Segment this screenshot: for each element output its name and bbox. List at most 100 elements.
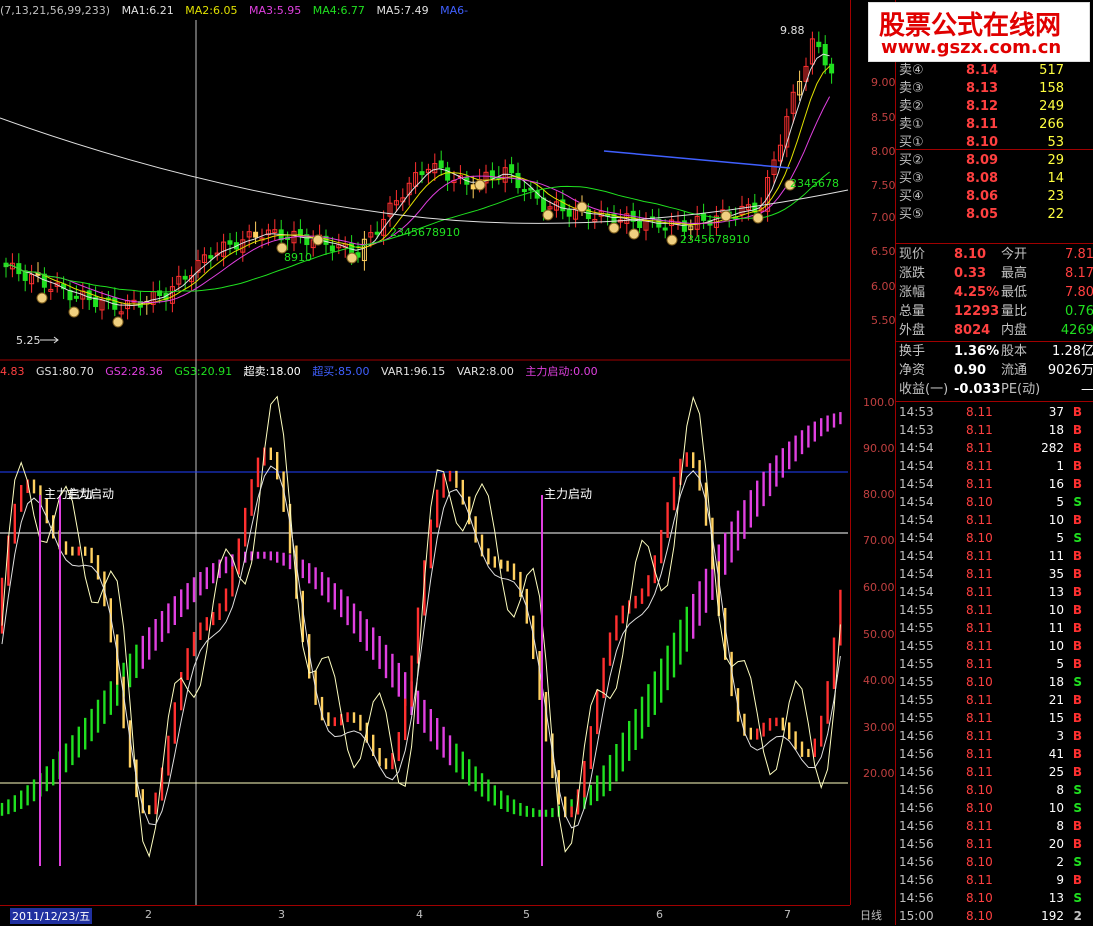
order-book-row: 卖③ 8.13 158 <box>896 80 1093 98</box>
quote-label: 量比 <box>1001 304 1028 319</box>
tick-price: 8.11 <box>966 477 993 491</box>
chart-canvas[interactable] <box>0 0 850 905</box>
trade-tick-row: 14:55 8.11 15 B <box>896 709 1093 727</box>
price-tick: 7.50 <box>871 179 896 192</box>
order-volume: 14 <box>1047 171 1064 186</box>
tick-time: 14:54 <box>899 477 934 491</box>
gs1-line <box>1 465 841 829</box>
tick-price: 8.11 <box>966 729 993 743</box>
order-level-label: 卖④ <box>899 63 924 78</box>
tick-price: 8.11 <box>966 747 993 761</box>
order-price: 8.14 <box>966 63 999 78</box>
order-book-row: 卖④ 8.14 517 <box>896 62 1093 80</box>
tick-volume: 3 <box>1056 729 1064 743</box>
indicator-tick: 70.00 <box>863 534 895 547</box>
ind-var1: VAR1:96.15 <box>381 365 446 378</box>
tick-volume: 20 <box>1048 837 1064 851</box>
quote-label: 最高 <box>1001 266 1028 281</box>
indicator-legend: 4.83 GS1:80.70 GS2:28.36 GS3:20.91 超卖:18… <box>0 363 606 378</box>
signal-label-2: 主力启动 <box>66 487 115 501</box>
candle-body <box>86 290 92 301</box>
tick-volume: 10 <box>1048 639 1064 653</box>
money-bag-icon <box>608 222 620 234</box>
money-bag-icon <box>312 234 324 246</box>
ind-v0: 4.83 <box>0 365 25 378</box>
order-price: 8.12 <box>966 99 999 114</box>
tick-volume: 10 <box>1048 513 1064 527</box>
tick-price: 8.11 <box>966 567 993 581</box>
candle-body <box>329 245 335 252</box>
tick-price: 8.11 <box>966 693 993 707</box>
price-axis: 9.00 8.50 8.00 7.50 7.00 6.50 6.00 5.50 100.0 90.… <box>850 0 896 905</box>
quote-row: 现价 8.10 今开 7.81 <box>896 246 1093 264</box>
tick-volume: 18 <box>1048 423 1064 437</box>
month-tick: 3 <box>278 908 285 921</box>
ma-legend: (7,13,21,56,99,233) MA1:6.21 MA2:6.05 MA… <box>0 4 476 18</box>
price-tick: 5.50 <box>871 314 896 327</box>
order-book-row: 买③ 8.08 14 <box>896 170 1093 188</box>
quote-value: 7.80 <box>1065 285 1093 300</box>
tick-side: S <box>1073 855 1082 869</box>
period-label[interactable]: 日线 <box>860 907 882 923</box>
panel-divider <box>896 149 1093 150</box>
price-tick: 8.00 <box>871 145 896 158</box>
order-book-row: 卖① 8.11 266 <box>896 116 1093 134</box>
kline-chart-area[interactable]: (7,13,21,56,99,233) MA1:6.21 MA2:6.05 MA… <box>0 0 850 905</box>
tick-price: 8.11 <box>966 657 993 671</box>
month-tick: 4 <box>416 908 423 921</box>
tick-volume: 10 <box>1048 603 1064 617</box>
tick-volume: 41 <box>1048 747 1064 761</box>
trade-tick-row: 14:54 8.11 282 B <box>896 439 1093 457</box>
tick-side: B <box>1072 819 1082 833</box>
trade-tick-row: 14:53 8.11 18 B <box>896 421 1093 439</box>
tick-price: 8.10 <box>966 891 993 905</box>
trade-tick-row: 14:56 8.10 8 S <box>896 781 1093 799</box>
ma1-line <box>3 53 830 307</box>
quote-value: 0.90 <box>954 363 987 378</box>
candle-body <box>419 171 425 176</box>
candle-body <box>662 227 668 231</box>
order-price: 8.09 <box>966 153 999 168</box>
order-book-row: 买④ 8.06 23 <box>896 188 1093 206</box>
money-bag-icon <box>474 179 486 191</box>
tick-time: 14:53 <box>899 405 934 419</box>
ma6-value: MA6- <box>440 4 469 17</box>
tick-price: 8.10 <box>966 783 993 797</box>
candle-body <box>227 240 233 245</box>
sequence-label-1: 8910 <box>284 251 312 264</box>
quote-label: 外盘 <box>899 323 926 338</box>
candle-body <box>701 213 707 221</box>
tick-price: 8.11 <box>966 819 993 833</box>
panel-divider <box>896 341 1093 342</box>
trade-tick-row: 14:56 8.11 9 B <box>896 871 1093 889</box>
tick-time: 14:55 <box>899 657 934 671</box>
quote-label: 换手 <box>899 344 926 359</box>
tick-time: 14:55 <box>899 603 934 617</box>
quote-label: 最低 <box>1001 285 1028 300</box>
tick-time: 14:53 <box>899 423 934 437</box>
tick-price: 8.11 <box>966 459 993 473</box>
quote-row: 收益(一) -0.033 PE(动) — <box>896 381 1093 399</box>
tick-price: 8.11 <box>966 513 993 527</box>
candle-body <box>73 295 79 299</box>
candle-body <box>445 167 451 181</box>
tick-side: B <box>1072 693 1082 707</box>
tick-time: 14:56 <box>899 837 934 851</box>
tick-side: B <box>1072 603 1082 617</box>
tick-price: 8.10 <box>966 801 993 815</box>
quote-label: 股本 <box>1001 344 1028 359</box>
tick-volume: 5 <box>1056 531 1064 545</box>
tick-volume: 11 <box>1048 621 1064 635</box>
tick-time: 14:56 <box>899 855 934 869</box>
money-bag-icon <box>346 252 358 264</box>
candle-body <box>521 189 527 193</box>
var1-line <box>1 395 841 858</box>
tick-time: 14:54 <box>899 513 934 527</box>
tick-side: S <box>1073 891 1082 905</box>
quote-value: 4.25% <box>954 285 1000 300</box>
tick-price: 8.10 <box>966 855 993 869</box>
quote-value: 4269 <box>1060 323 1093 338</box>
tick-price: 8.11 <box>966 711 993 725</box>
tick-price: 8.11 <box>966 765 993 779</box>
tick-volume: 16 <box>1048 477 1064 491</box>
